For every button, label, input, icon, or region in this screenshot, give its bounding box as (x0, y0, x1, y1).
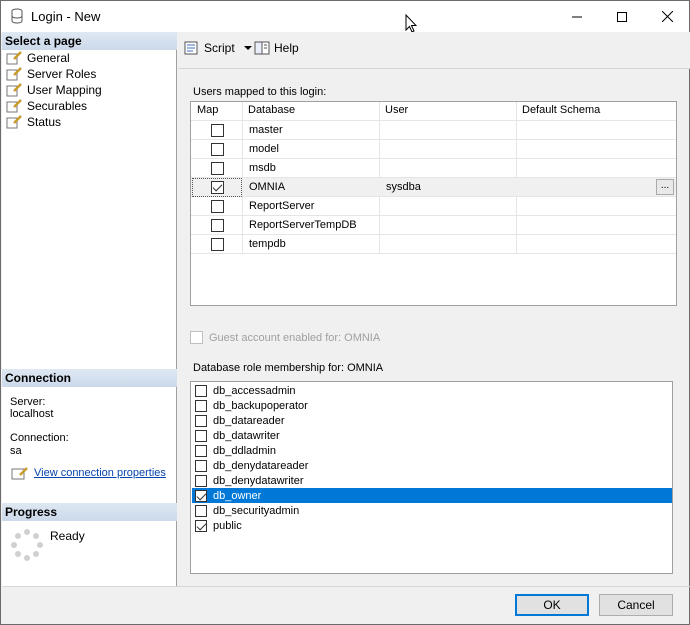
connection-label: Connection: (10, 432, 69, 444)
map-checkbox[interactable] (211, 238, 224, 251)
login-dialog: Login - New Select a page General Server… (0, 0, 690, 625)
title-bar: Login - New (1, 1, 689, 32)
table-row[interactable]: ReportServerTempDB (191, 216, 676, 235)
role-item-db-datawriter[interactable]: db_datawriter (192, 428, 672, 443)
role-checkbox[interactable] (195, 414, 207, 427)
grid-header: Map Database User Default Schema (191, 102, 676, 121)
role-checkbox[interactable] (195, 519, 207, 532)
users-mapped-label: Users mapped to this login: (193, 86, 327, 98)
minimize-button[interactable] (554, 1, 600, 32)
window-title: Login - New (31, 9, 101, 24)
user-mapping-grid[interactable]: Map Database User Default Schema master … (190, 101, 677, 306)
server-label: Server: (10, 396, 46, 408)
wrench-page-icon (6, 51, 22, 65)
database-name: ReportServer (249, 200, 315, 212)
role-checkbox[interactable] (195, 489, 207, 502)
minimize-icon (572, 16, 582, 17)
connection-header: Connection (2, 369, 177, 387)
wrench-page-icon (6, 115, 22, 129)
map-checkbox[interactable] (211, 162, 224, 175)
role-item-db-owner[interactable]: db_owner (192, 488, 672, 503)
role-item-public[interactable]: public (192, 518, 672, 533)
select-page-header: Select a page (2, 32, 177, 50)
maximize-button[interactable] (599, 1, 645, 32)
column-header-default-schema[interactable]: Default Schema (522, 104, 600, 116)
map-checkbox[interactable] (211, 124, 224, 137)
maximize-icon (617, 11, 627, 22)
server-value: localhost (10, 408, 54, 420)
role-checkbox[interactable] (195, 444, 207, 457)
table-row[interactable]: master (191, 121, 676, 140)
database-name: ReportServerTempDB (249, 219, 357, 231)
role-checkbox[interactable] (195, 429, 207, 442)
ok-button[interactable]: OK (515, 594, 589, 616)
cancel-button[interactable]: Cancel (599, 594, 673, 616)
help-book-icon (254, 41, 270, 55)
toolbar-divider (178, 68, 690, 69)
wrench-page-icon (6, 83, 22, 97)
guest-account-option: Guest account enabled for: OMNIA (190, 331, 380, 344)
progress-spinner-icon (11, 529, 43, 561)
database-icon (11, 8, 23, 24)
table-row-selected[interactable]: OMNIA sysdba ... (191, 178, 676, 197)
user-name[interactable]: sysdba (386, 181, 421, 193)
guest-account-checkbox (190, 331, 203, 344)
role-checkbox[interactable] (195, 474, 207, 487)
role-checkbox[interactable] (195, 459, 207, 472)
help-button[interactable]: Help (254, 41, 299, 55)
map-checkbox[interactable] (211, 143, 224, 156)
role-membership-list[interactable]: db_accessadmin db_backupoperator db_data… (190, 381, 673, 574)
schema-browse-button[interactable]: ... (656, 179, 674, 195)
footer-divider (2, 586, 690, 587)
progress-header: Progress (2, 503, 177, 521)
progress-status: Ready (50, 529, 85, 543)
table-row[interactable]: tempdb (191, 235, 676, 254)
role-item-db-denydatawriter[interactable]: db_denydatawriter (192, 473, 672, 488)
role-item-db-denydatareader[interactable]: db_denydatareader (192, 458, 672, 473)
role-checkbox[interactable] (195, 399, 207, 412)
table-row[interactable]: ReportServer (191, 197, 676, 216)
map-checkbox[interactable] (211, 181, 224, 194)
column-header-user[interactable]: User (385, 104, 408, 116)
role-item-db-backupoperator[interactable]: db_backupoperator (192, 398, 672, 413)
page-general[interactable]: General (6, 50, 70, 66)
page-securables[interactable]: Securables (6, 98, 87, 114)
column-header-map[interactable]: Map (197, 104, 218, 116)
column-header-database[interactable]: Database (248, 104, 295, 116)
page-server-roles[interactable]: Server Roles (6, 66, 96, 82)
role-item-db-datareader[interactable]: db_datareader (192, 413, 672, 428)
close-button[interactable] (644, 1, 690, 32)
database-name: msdb (249, 162, 276, 174)
page-status[interactable]: Status (6, 114, 61, 130)
close-icon (661, 11, 673, 22)
role-item-db-ddladmin[interactable]: db_ddladmin (192, 443, 672, 458)
map-checkbox[interactable] (211, 219, 224, 232)
database-name: tempdb (249, 238, 286, 250)
wrench-page-icon (6, 67, 22, 81)
left-pane: Select a page General Server Roles User … (2, 32, 177, 586)
role-item-db-securityadmin[interactable]: db_securityadmin (192, 503, 672, 518)
role-item-db-accessadmin[interactable]: db_accessadmin (192, 383, 672, 398)
table-row[interactable]: model (191, 140, 676, 159)
page-user-mapping[interactable]: User Mapping (6, 82, 102, 98)
wrench-page-icon (6, 99, 22, 113)
toolbar: Script Help (178, 32, 690, 68)
map-checkbox[interactable] (211, 200, 224, 213)
properties-icon (11, 467, 28, 480)
connection-value: sa (10, 445, 22, 457)
database-name: OMNIA (249, 181, 286, 193)
chevron-down-icon[interactable] (241, 43, 255, 53)
database-name: master (249, 124, 283, 136)
mouse-cursor-icon (405, 14, 417, 33)
script-button[interactable]: Script (184, 41, 259, 55)
role-membership-label: Database role membership for: OMNIA (193, 362, 384, 374)
role-checkbox[interactable] (195, 384, 207, 397)
table-row[interactable]: msdb (191, 159, 676, 178)
script-icon (184, 41, 198, 55)
view-connection-properties-link[interactable]: View connection properties (34, 467, 166, 479)
guest-account-label: Guest account enabled for: OMNIA (209, 331, 381, 344)
role-checkbox[interactable] (195, 504, 207, 517)
database-name: model (249, 143, 279, 155)
